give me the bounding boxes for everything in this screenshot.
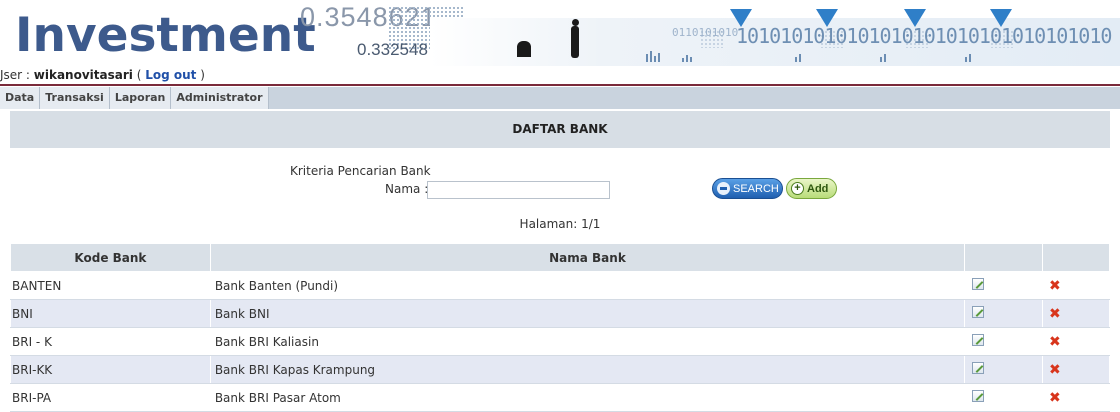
banner-arrow-icon [904,9,926,27]
table-row: BRI-KK Bank BRI Kapas Krampung ✖ [10,355,1110,384]
name-search-input[interactable] [427,181,610,199]
main-menu: Data Transaksi Laporan Administrator [0,87,269,109]
app-logo: Investment [15,8,316,63]
table-header-row: Kode Bank Nama Bank [10,243,1110,272]
cell-kode: BRI-KK [10,355,211,384]
banner-bar-chart-icon [682,55,692,62]
edit-icon[interactable] [972,362,985,374]
cell-nama: Bank BRI Pasar Atom [209,383,966,412]
column-header-edit [964,243,1044,272]
delete-icon[interactable]: ✖ [1049,307,1061,321]
cell-delete: ✖ [1042,271,1110,300]
bank-table: Kode Bank Nama Bank BANTEN Bank Banten (… [10,243,1110,412]
banner-number-small: 0.332548 [357,40,428,59]
user-prefix: Jser : [0,68,34,82]
edit-icon[interactable] [972,390,985,402]
cell-edit [964,383,1044,412]
cell-kode: BANTEN [10,271,211,300]
delete-icon[interactable]: ✖ [1049,335,1061,349]
cell-kode: BRI - K [10,327,211,356]
search-criteria-label: Kriteria Pencarian Bank [290,164,431,178]
edit-icon[interactable] [972,306,985,318]
delete-icon[interactable]: ✖ [1049,363,1061,377]
cell-nama: Bank BRI Kaliasin [209,327,966,356]
edit-icon[interactable] [972,334,985,346]
paren-close: ) [196,68,205,82]
cell-edit [964,299,1044,328]
header-banner: Investment 0.3548621 0.332548 0110101010… [0,0,1120,66]
cell-kode: BRI-PA [10,383,211,412]
cell-delete: ✖ [1042,327,1110,356]
table-row: BNI Bank BNI ✖ [10,299,1110,328]
cell-delete: ✖ [1042,383,1110,412]
search-button[interactable]: SEARCH [712,178,783,199]
paren-open: ( [132,68,146,82]
column-header-kode: Kode Bank [10,243,211,272]
banner-arrow-icon [816,9,838,27]
cell-nama: Bank BNI [209,299,966,328]
banner-bar-chart-icon [965,54,971,62]
add-button-label: Add [807,182,829,195]
cell-edit [964,327,1044,356]
menu-item-laporan[interactable]: Laporan [110,87,172,109]
name-field-label: Nama : [385,182,429,196]
column-header-nama: Nama Bank [209,243,966,272]
menu-item-administrator[interactable]: Administrator [171,87,269,109]
search-icon [717,182,730,195]
cell-delete: ✖ [1042,355,1110,384]
banner-binary-small: 0110101010 [672,26,739,39]
cell-nama: Bank Banten (Pundi) [209,271,966,300]
column-header-delete [1042,243,1110,272]
main-menu-bar: Data Transaksi Laporan Administrator [0,87,1120,109]
banner-arrow-icon [730,9,752,27]
person-figure-icon [572,19,579,26]
cell-delete: ✖ [1042,299,1110,328]
username: wikanovitasari [33,68,133,82]
table-row: BRI - K Bank BRI Kaliasin ✖ [10,327,1110,356]
person-figure-icon [571,26,579,58]
person-figure-icon [517,41,531,57]
menu-item-transaksi[interactable]: Transaksi [40,87,110,109]
banner-bar-chart-icon [646,51,660,62]
cell-edit [964,271,1044,300]
pagination-label: Halaman: 1/1 [519,217,601,231]
cell-edit [964,355,1044,384]
plus-icon: + [791,182,804,195]
delete-icon[interactable]: ✖ [1049,391,1061,405]
table-row: BANTEN Bank Banten (Pundi) ✖ [10,271,1110,300]
edit-icon[interactable] [972,278,985,290]
menu-item-data[interactable]: Data [0,87,41,109]
page-title: DAFTAR BANK [10,111,1110,148]
cell-kode: BNI [10,299,211,328]
banner-bar-chart-icon [880,54,886,62]
cell-nama: Bank BRI Kapas Krampung [209,355,966,384]
user-status-line: Jser : wikanovitasari ( Log out ) [0,66,1120,86]
logout-link[interactable]: Log out [145,68,196,82]
table-row: BRI-PA Bank BRI Pasar Atom ✖ [10,383,1110,412]
banner-binary-text: 1010101010101010101010101010101010 [736,24,1112,48]
add-button[interactable]: + Add [786,178,837,199]
search-button-label: SEARCH [733,182,779,195]
banner-bar-chart-icon [795,54,801,62]
banner-arrow-icon [990,9,1012,27]
delete-icon[interactable]: ✖ [1049,279,1061,293]
